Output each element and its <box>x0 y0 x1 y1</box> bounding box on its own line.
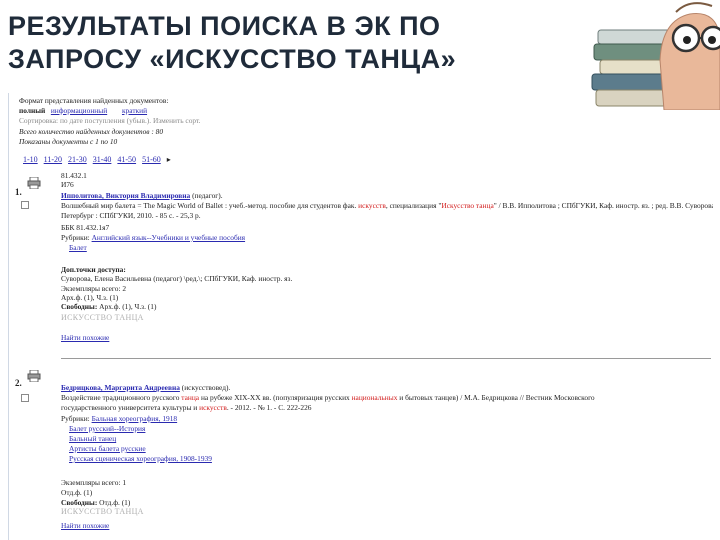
call-number: И76 <box>61 180 74 189</box>
slide-title-line-2: ЗАПРОСУ «ИСКУССТВО ТАНЦА» <box>8 44 457 74</box>
printer-icon[interactable] <box>27 370 41 382</box>
slide-title-line-1: РЕЗУЛЬТАТЫ ПОИСКА В ЭК ПО <box>8 11 441 41</box>
format-options: полный информационный краткий <box>19 106 147 115</box>
rubric-link[interactable]: Английский язык--Учебники и учебные посо… <box>92 233 246 242</box>
rubric-link[interactable]: Бальная хореография, 1918 <box>92 414 178 423</box>
copies-location: Отд.ф. (1) <box>61 488 93 497</box>
highlighted-term: искусств <box>358 201 386 210</box>
call-number: 81.432.1 <box>61 171 87 180</box>
record-description: Волшебный мир балета = The Magic World o… <box>61 201 713 210</box>
rubrics: Рубрики: Английский язык--Учебники и уче… <box>61 233 245 242</box>
extra-access-line: Суворова, Елена Васильевна (педагог) \ре… <box>61 274 293 283</box>
free-label: Свободны: <box>61 498 98 507</box>
description-text: и бытовых танцев) / М.А. Бедрицкова // В… <box>399 393 595 402</box>
highlighted-term: национальных <box>351 393 398 402</box>
find-similar-link[interactable]: Найти похожие <box>61 521 109 530</box>
rubrics: Артисты балета русские <box>69 444 146 453</box>
rubrics: Балет <box>69 243 87 252</box>
highlighted-term: искусств <box>199 403 227 412</box>
page-link[interactable]: 41-50 <box>117 155 136 164</box>
rubric-link[interactable]: Бальный танец <box>69 434 116 443</box>
rubrics: Бальный танец <box>69 434 116 443</box>
description-text: Воздействие традиционного русского <box>61 393 180 402</box>
author-role: (педагог). <box>192 191 223 200</box>
next-page-arrow-icon[interactable]: ▸ <box>167 155 171 164</box>
catalog-results-panel: Формат представления найденных документо… <box>8 93 713 540</box>
record-author: Бедрицкова, Маргарита Андреевна (искусст… <box>61 383 230 392</box>
page-link[interactable]: 31-40 <box>93 155 112 164</box>
author-role: (искусствовед). <box>181 383 231 392</box>
format-label: Формат представления найденных документо… <box>19 96 169 105</box>
total-count: Всего количество найденных документов : … <box>19 127 164 136</box>
shown-range: Показаны документы с 1 по 10 <box>19 137 118 146</box>
extra-access-label: Доп.точки доступа: <box>61 265 126 274</box>
search-term-stamp: ИСКУССТВО ТАНЦА <box>61 507 144 516</box>
description-text: " / В.В. Ипполитова ; СПбГУКИ, Каф. инос… <box>493 201 713 210</box>
sort-label[interactable]: Сортировка: по дате поступления (убыв.).… <box>19 116 201 125</box>
pagination: 1-10 11-20 21-30 31-40 41-50 51-60 ▸ <box>23 155 171 164</box>
free-value: Арх.ф. (1), Ч.з. (1) <box>99 302 157 311</box>
description-text: , специализация " <box>385 201 442 210</box>
printer-icon[interactable] <box>27 177 41 189</box>
record-number: 2. <box>15 378 22 388</box>
find-similar: Найти похожие <box>61 333 109 342</box>
rubrics-label: Рубрики: <box>61 233 90 242</box>
description-text: государственного университета культуры и <box>61 403 198 412</box>
highlighted-term: танца <box>181 393 200 402</box>
free-label: Свободны: <box>61 302 98 311</box>
description-text: Волшебный мир балета = The Magic World o… <box>61 201 357 210</box>
description-text: . - 2012. - № 1. - С. 222-226 <box>226 403 312 412</box>
rubrics-label: Рубрики: <box>61 414 90 423</box>
highlighted-term: Искусство танца <box>441 201 494 210</box>
description-line-2: Петербург : СПбГУКИ, 2010. - 85 с. - 25,… <box>61 211 201 220</box>
bbk-code: ББК 81.432.1я7 <box>61 223 110 232</box>
description-line-2: государственного университета культуры и… <box>61 403 311 412</box>
free-value: Отд.ф. (1) <box>99 498 131 507</box>
find-similar: Найти похожие <box>61 521 109 530</box>
page-link[interactable]: 51-60 <box>142 155 161 164</box>
page-link[interactable]: 21-30 <box>68 155 87 164</box>
format-informational-link[interactable]: информационный <box>51 106 107 115</box>
rubric-link[interactable]: Балет русский--История <box>69 424 145 433</box>
record-description: Воздействие традиционного русского танца… <box>61 393 595 402</box>
page-link[interactable]: 11-20 <box>44 155 62 164</box>
select-checkbox[interactable] <box>21 201 29 209</box>
free-copies: Свободны: Отд.ф. (1) <box>61 498 130 507</box>
search-term-stamp: ИСКУССТВО ТАНЦА <box>61 313 144 322</box>
author-link[interactable]: Ипполитова, Виктория Владимировна <box>61 191 190 200</box>
find-similar-link[interactable]: Найти похожие <box>61 333 109 342</box>
record-divider <box>61 358 711 359</box>
rubric-link[interactable]: Балет <box>69 243 87 252</box>
copies-total: Экземпляры всего: 1 <box>61 478 127 487</box>
format-short-link[interactable]: краткий <box>122 106 147 115</box>
copies-location: Арх.ф. (1), Ч.з. (1) <box>61 293 119 302</box>
select-checkbox[interactable] <box>21 394 29 402</box>
rubric-link[interactable]: Русская сценическая хореография, 1908-19… <box>69 454 212 463</box>
description-text: на рубеже XIX-XX вв. (популяризация русс… <box>200 393 350 402</box>
rubrics: Рубрики: Бальная хореография, 1918 <box>61 414 177 423</box>
format-full[interactable]: полный <box>19 106 45 115</box>
rubrics: Русская сценическая хореография, 1908-19… <box>69 454 212 463</box>
record-number: 1. <box>15 187 22 197</box>
rubric-link[interactable]: Артисты балета русские <box>69 444 146 453</box>
page-link[interactable]: 1-10 <box>23 155 38 164</box>
slide-title: РЕЗУЛЬТАТЫ ПОИСКА В ЭК ПО ЗАПРОСУ «ИСКУС… <box>8 10 608 76</box>
copies-total: Экземпляры всего: 2 <box>61 284 127 293</box>
rubrics: Балет русский--История <box>69 424 145 433</box>
free-copies: Свободны: Арх.ф. (1), Ч.з. (1) <box>61 302 156 311</box>
author-link[interactable]: Бедрицкова, Маргарита Андреевна <box>61 383 180 392</box>
record-author: Ипполитова, Виктория Владимировна (педаг… <box>61 191 223 200</box>
